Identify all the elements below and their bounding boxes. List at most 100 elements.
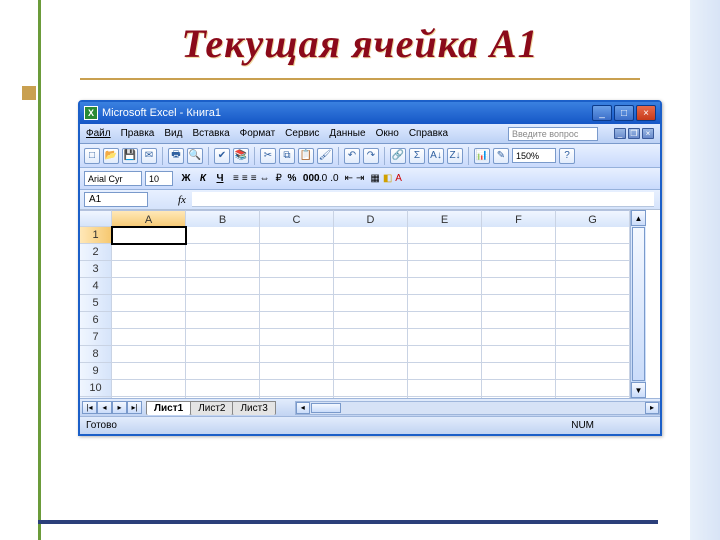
sheet-tab-2[interactable]: Лист2 [190, 401, 233, 415]
menu-edit[interactable]: Правка [121, 128, 155, 139]
cell-G4[interactable] [556, 278, 630, 295]
tab-nav-first[interactable]: |◂ [82, 401, 97, 414]
cell-F9[interactable] [482, 363, 556, 380]
decrease-decimal-icon[interactable]: .0 [330, 173, 338, 184]
cell-F5[interactable] [482, 295, 556, 312]
row-header-9[interactable]: 9 [80, 363, 112, 380]
tab-nav-prev[interactable]: ◂ [97, 401, 112, 414]
cell-D2[interactable] [334, 244, 408, 261]
merge-center-icon[interactable]: ⇔ [260, 173, 270, 184]
underline-button[interactable]: Ч [213, 172, 227, 185]
increase-indent-icon[interactable]: ⇥ [356, 173, 364, 184]
name-box[interactable]: A1 [84, 192, 148, 207]
menu-tools[interactable]: Сервис [285, 128, 319, 139]
cell-B3[interactable] [186, 261, 260, 278]
percent-icon[interactable]: % [285, 172, 299, 185]
cell-D1[interactable] [334, 227, 408, 244]
cell-C6[interactable] [260, 312, 334, 329]
cell-D7[interactable] [334, 329, 408, 346]
cell-A3[interactable] [112, 261, 186, 278]
cell-C3[interactable] [260, 261, 334, 278]
cell-C4[interactable] [260, 278, 334, 295]
menu-insert[interactable]: Вставка [192, 128, 229, 139]
cell-G1[interactable] [556, 227, 630, 244]
hyperlink-icon[interactable]: 🔗 [390, 148, 406, 164]
cell-F8[interactable] [482, 346, 556, 363]
cell-C5[interactable] [260, 295, 334, 312]
cell-F1[interactable] [482, 227, 556, 244]
cell-A8[interactable] [112, 346, 186, 363]
format-painter-icon[interactable]: 🖌 [317, 148, 333, 164]
cell-F7[interactable] [482, 329, 556, 346]
font-combo[interactable]: Arial Cyr [84, 171, 142, 186]
italic-button[interactable]: К [196, 172, 210, 185]
cell-C1[interactable] [260, 227, 334, 244]
redo-icon[interactable]: ↷ [363, 148, 379, 164]
tab-nav-last[interactable]: ▸| [127, 401, 142, 414]
cell-C8[interactable] [260, 346, 334, 363]
cell-G2[interactable] [556, 244, 630, 261]
sheet-tab-3[interactable]: Лист3 [232, 401, 275, 415]
cell-A1[interactable] [111, 226, 187, 245]
cell-G7[interactable] [556, 329, 630, 346]
cell-A7[interactable] [112, 329, 186, 346]
row-header-10[interactable]: 10 [80, 380, 112, 397]
cell-C10[interactable] [260, 380, 334, 397]
zoom-combo[interactable]: 150% [512, 148, 556, 163]
open-icon[interactable]: 📂 [103, 148, 119, 164]
undo-icon[interactable]: ↶ [344, 148, 360, 164]
cell-B8[interactable] [186, 346, 260, 363]
borders-icon[interactable]: ▦ [370, 173, 379, 184]
cell-E2[interactable] [408, 244, 482, 261]
help-icon[interactable]: ? [559, 148, 575, 164]
cell-E10[interactable] [408, 380, 482, 397]
row-header-1[interactable]: 1 [80, 227, 112, 244]
cell-G10[interactable] [556, 380, 630, 397]
cell-D10[interactable] [334, 380, 408, 397]
cell-D9[interactable] [334, 363, 408, 380]
tab-nav-next[interactable]: ▸ [112, 401, 127, 414]
scroll-left-button[interactable]: ◂ [296, 402, 310, 414]
drawing-icon[interactable]: ✎ [493, 148, 509, 164]
print-icon[interactable]: 🖶 [168, 148, 184, 164]
cell-C7[interactable] [260, 329, 334, 346]
window-minimize-button[interactable]: _ [592, 105, 612, 121]
chart-wizard-icon[interactable]: 📊 [474, 148, 490, 164]
cell-A5[interactable] [112, 295, 186, 312]
cell-B1[interactable] [186, 227, 260, 244]
row-header-4[interactable]: 4 [80, 278, 112, 295]
scroll-down-button[interactable]: ▼ [631, 382, 646, 398]
spellcheck-icon[interactable]: ✔ [214, 148, 230, 164]
comma-icon[interactable]: 000 [302, 172, 316, 185]
scroll-up-button[interactable]: ▲ [631, 210, 646, 226]
row-header-3[interactable]: 3 [80, 261, 112, 278]
paste-icon[interactable]: 📋 [298, 148, 314, 164]
worksheet-grid[interactable]: ABCDEFG123456789101112 [80, 210, 630, 398]
cell-E3[interactable] [408, 261, 482, 278]
cut-icon[interactable]: ✂ [260, 148, 276, 164]
window-maximize-button[interactable]: □ [614, 105, 634, 121]
cell-G8[interactable] [556, 346, 630, 363]
cell-B10[interactable] [186, 380, 260, 397]
cell-G3[interactable] [556, 261, 630, 278]
menu-window[interactable]: Окно [376, 128, 399, 139]
cell-A4[interactable] [112, 278, 186, 295]
row-header-6[interactable]: 6 [80, 312, 112, 329]
row-header-5[interactable]: 5 [80, 295, 112, 312]
cell-D6[interactable] [334, 312, 408, 329]
permission-icon[interactable]: ✉ [141, 148, 157, 164]
cell-E1[interactable] [408, 227, 482, 244]
workbook-minimize-button[interactable]: _ [614, 128, 626, 139]
increase-decimal-icon[interactable]: .0 [319, 173, 327, 184]
fx-icon[interactable]: fx [178, 194, 186, 206]
decrease-indent-icon[interactable]: ⇤ [345, 173, 353, 184]
cell-D8[interactable] [334, 346, 408, 363]
cell-B6[interactable] [186, 312, 260, 329]
bold-button[interactable]: Ж [179, 172, 193, 185]
cell-A6[interactable] [112, 312, 186, 329]
window-close-button[interactable]: × [636, 105, 656, 121]
cell-B4[interactable] [186, 278, 260, 295]
workbook-close-button[interactable]: × [642, 128, 654, 139]
cell-E6[interactable] [408, 312, 482, 329]
currency-icon[interactable]: ₽ [276, 173, 282, 184]
